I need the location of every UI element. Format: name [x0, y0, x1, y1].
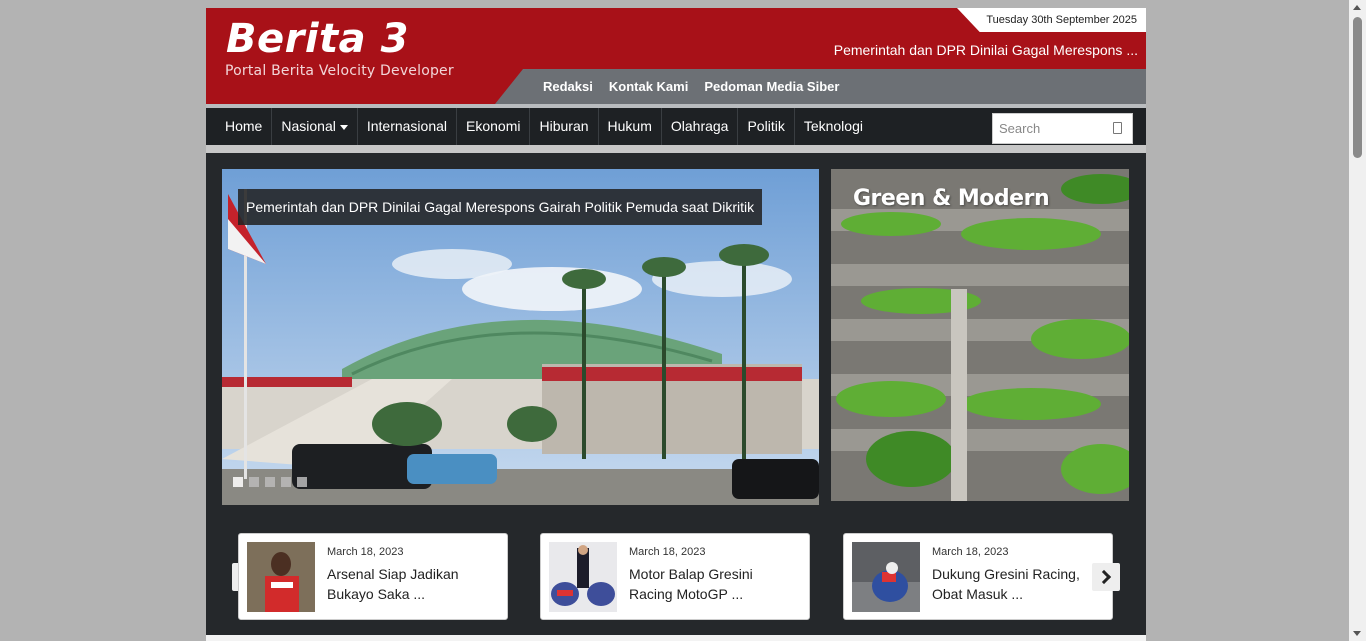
scroll-up-icon[interactable]	[1353, 5, 1361, 10]
nav-item-nasional[interactable]: Nasional	[272, 108, 358, 145]
slider-dot[interactable]	[281, 477, 291, 487]
slider-dots	[233, 477, 307, 487]
post-date: March 18, 2023	[932, 546, 1009, 558]
post-date: March 18, 2023	[629, 546, 706, 558]
headline-slider[interactable]: Pemerintah dan DPR Dinilai Gagal Merespo…	[222, 169, 819, 505]
page-wrapper: Berita 3 Portal Berita Velocity Develope…	[206, 8, 1146, 641]
top-link-pedoman-media-siber[interactable]: Pedoman Media Siber	[704, 79, 839, 94]
slider-dot[interactable]	[233, 477, 243, 487]
slider-dot[interactable]	[249, 477, 259, 487]
nav-item-olahraga[interactable]: Olahraga	[662, 108, 739, 145]
chevron-right-icon[interactable]	[1092, 563, 1120, 591]
nav-item-politik[interactable]: Politik	[738, 108, 795, 145]
side-banner[interactable]: Green & Modern	[831, 169, 1129, 501]
scrollbar-thumb[interactable]	[1353, 17, 1362, 158]
post-title[interactable]: Dukung Gresini Racing, Obat Masuk ...	[932, 564, 1102, 604]
site-header: Berita 3 Portal Berita Velocity Develope…	[206, 8, 1146, 104]
post-card[interactable]: March 18, 2023 Arsenal Siap Jadikan Buka…	[238, 533, 508, 620]
nav-item-teknologi[interactable]: Teknologi	[795, 108, 872, 145]
nav-item-nasional-label: Nasional	[281, 118, 336, 134]
news-ticker[interactable]: Pemerintah dan DPR Dinilai Gagal Merespo…	[834, 42, 1138, 58]
post-title[interactable]: Arsenal Siap Jadikan Bukayo Saka ...	[327, 564, 497, 604]
banner-image-green-building	[831, 169, 1129, 501]
post-card[interactable]: March 18, 2023 Dukung Gresini Racing, Ob…	[843, 533, 1113, 620]
post-thumbnail[interactable]	[549, 542, 617, 612]
site-tagline: Portal Berita Velocity Developer	[225, 63, 454, 79]
top-link-redaksi[interactable]: Redaksi	[543, 79, 593, 94]
post-thumbnail[interactable]	[247, 542, 315, 612]
banner-title: Green & Modern	[853, 186, 1050, 211]
post-card[interactable]: March 18, 2023 Motor Balap Gresini Racin…	[540, 533, 810, 620]
current-date: Tuesday 30th September 2025	[986, 14, 1137, 26]
scroll-down-icon[interactable]	[1353, 631, 1361, 636]
post-title[interactable]: Motor Balap Gresini Racing MotoGP ...	[629, 564, 799, 604]
slide-caption[interactable]: Pemerintah dan DPR Dinilai Gagal Merespo…	[238, 189, 763, 225]
top-link-kontak-kami[interactable]: Kontak Kami	[609, 79, 688, 94]
page-scrollbar[interactable]	[1349, 0, 1366, 641]
nav-item-ekonomi[interactable]: Ekonomi	[457, 108, 531, 145]
content-bottom-edge	[206, 635, 1146, 641]
nav-item-hukum[interactable]: Hukum	[599, 108, 662, 145]
nav-item-home[interactable]: Home	[216, 108, 273, 145]
site-logo-title[interactable]: Berita 3	[226, 16, 409, 62]
search-input[interactable]	[999, 121, 1099, 136]
slider-dot[interactable]	[297, 477, 307, 487]
search-icon[interactable]	[1113, 122, 1122, 134]
post-thumbnail[interactable]	[852, 542, 920, 612]
main-navigation: Home Nasional Internasional Ekonomi Hibu…	[206, 104, 1146, 145]
search-box	[992, 113, 1133, 144]
nav-item-internasional[interactable]: Internasional	[358, 108, 458, 145]
nav-divider	[206, 145, 1146, 153]
slider-dot[interactable]	[265, 477, 275, 487]
caret-down-icon	[339, 124, 348, 130]
post-date: March 18, 2023	[327, 546, 404, 558]
nav-item-hiburan[interactable]: Hiburan	[530, 108, 599, 145]
main-content: Pemerintah dan DPR Dinilai Gagal Merespo…	[206, 153, 1146, 641]
top-links-bar: Redaksi Kontak Kami Pedoman Media Siber	[495, 69, 1146, 104]
